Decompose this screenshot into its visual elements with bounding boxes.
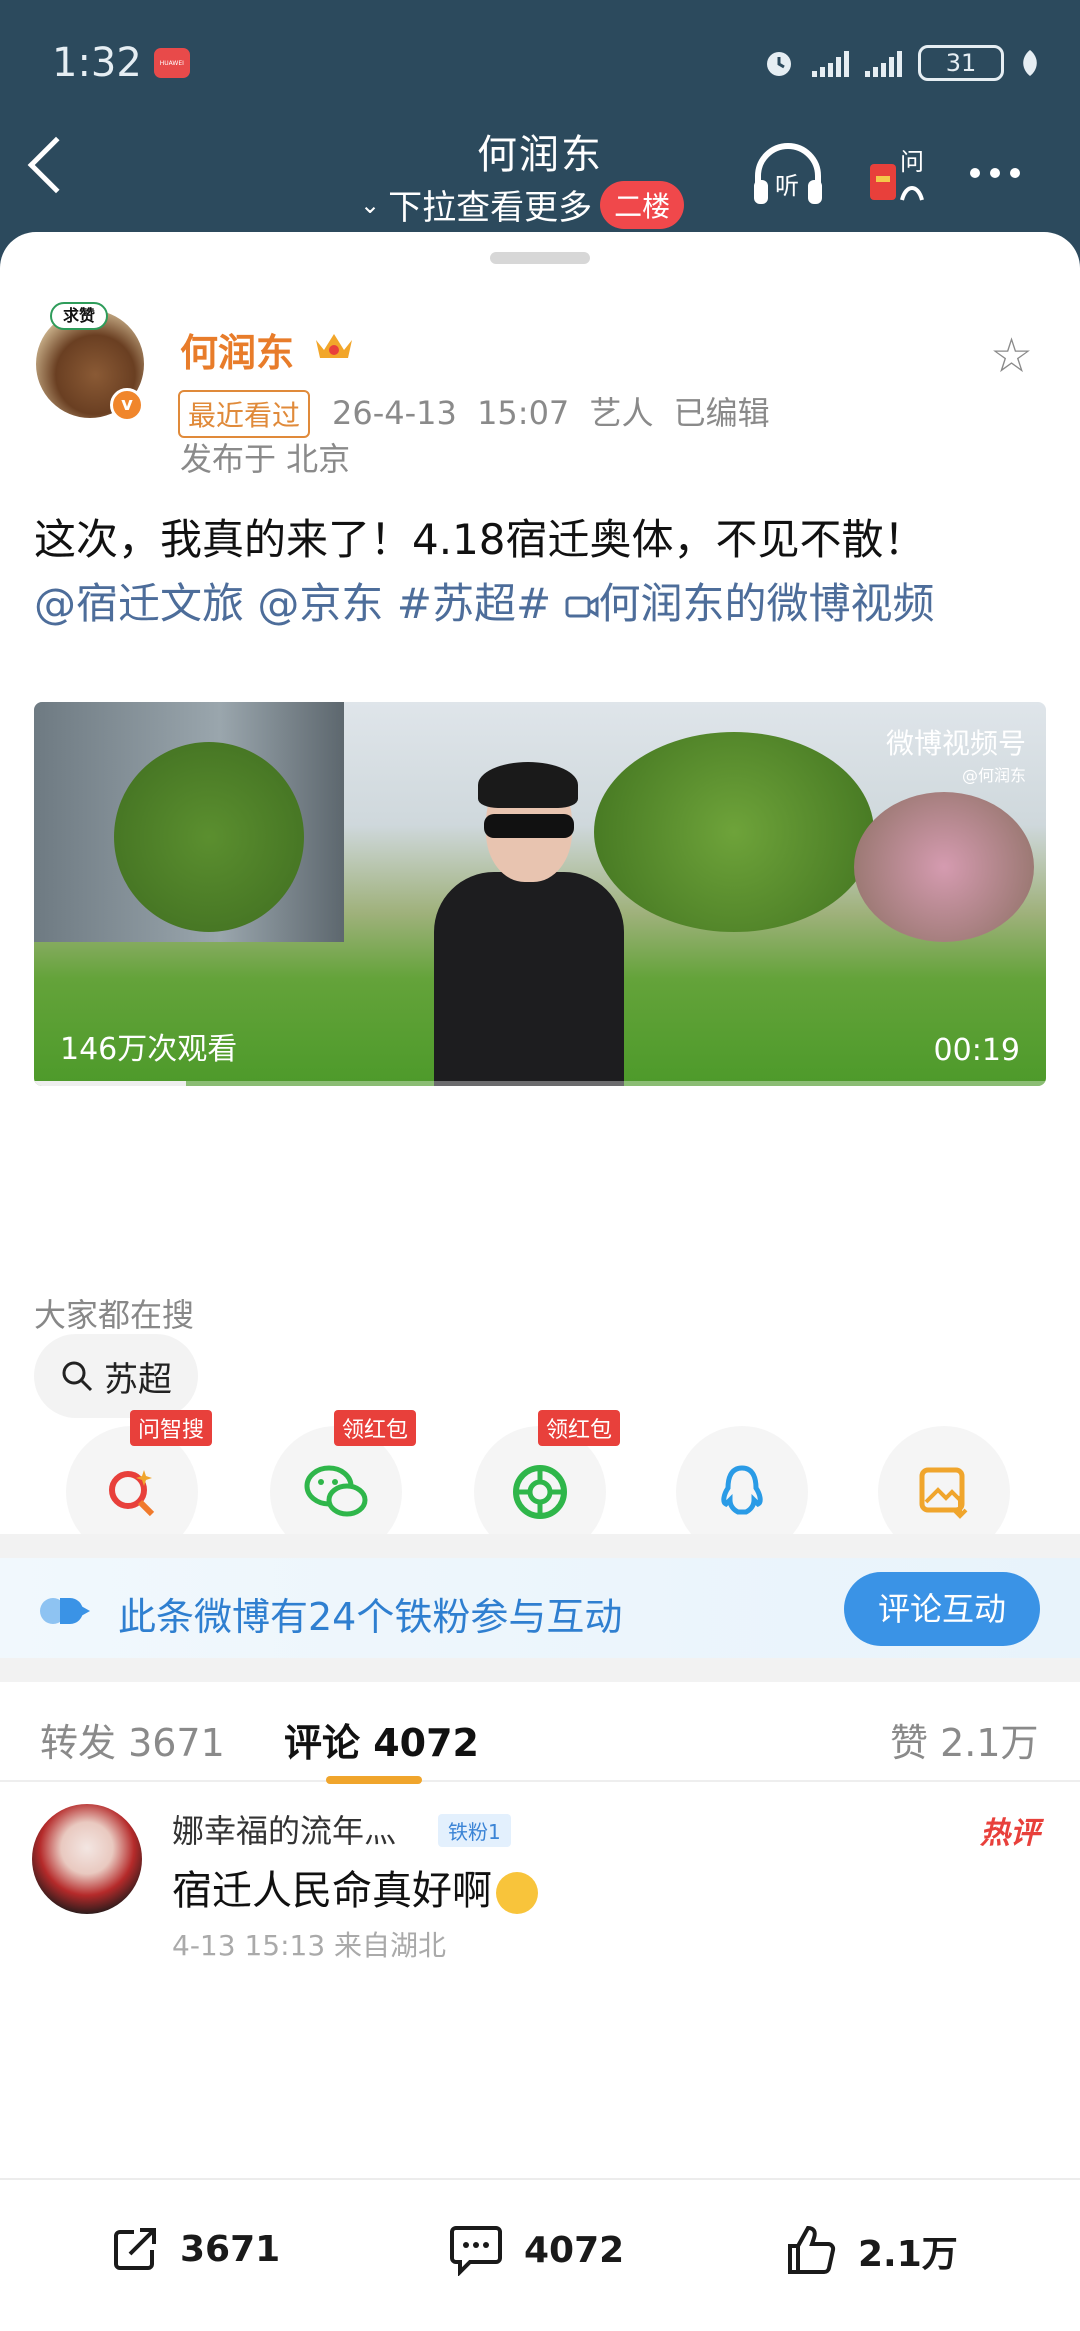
- listen-label: 听: [775, 172, 799, 200]
- tab-repost[interactable]: 转发 3671: [40, 1712, 225, 1767]
- like-button[interactable]: 2.1万: [784, 2224, 958, 2278]
- huawei-notification-icon: HUAWEI: [153, 48, 190, 78]
- battery-icon: 31: [918, 45, 1004, 81]
- share-row: 问智搜 领红包 领红包: [0, 1410, 1080, 1558]
- like-count: 2.1万: [858, 2234, 958, 2275]
- tab-comment[interactable]: 评论 4072: [284, 1712, 479, 1767]
- crying-emoji-icon: [496, 1872, 538, 1914]
- hot-comment-badge: 热评: [980, 1816, 1040, 1851]
- more-icon[interactable]: [970, 168, 1020, 178]
- qq-icon: [721, 1465, 763, 1515]
- repost-count: 3671: [180, 2228, 281, 2270]
- comment-count: 4072: [524, 2229, 625, 2271]
- comment-item[interactable]: 娜幸福的流年灬 铁粉1 热评 宿迁人民命真好啊 4-13 15:13 来自湖北: [0, 1784, 1080, 1984]
- fan-level-badge: 铁粉1: [438, 1814, 511, 1847]
- section-divider: [0, 1658, 1080, 1682]
- search-chip-text: 苏超: [104, 1359, 172, 1400]
- alarm-icon: [767, 52, 791, 76]
- repost-button[interactable]: 3671: [110, 2224, 280, 2274]
- commenter-name[interactable]: 娜幸福的流年灬: [172, 1806, 396, 1852]
- second-floor-badge: 二楼: [600, 180, 685, 229]
- red-packet-ask-icon[interactable]: 问: [866, 140, 936, 210]
- clock: 1:32: [52, 40, 142, 86]
- headphone-listen-icon[interactable]: 听: [748, 140, 828, 210]
- image-download-icon: [919, 1467, 968, 1519]
- share-tag: 领红包: [333, 1410, 416, 1446]
- ask-label: 问: [900, 148, 924, 176]
- comment-interact-button[interactable]: 评论互动: [844, 1572, 1040, 1646]
- fans-banner-text: 此条微博有24个铁粉参与互动: [118, 1595, 623, 1639]
- status-bar: 1:32 HUAWEI 31: [52, 38, 1040, 88]
- thumbs-up-icon: [788, 2225, 836, 2274]
- wechat-icon: [304, 1465, 368, 1517]
- section-divider: [0, 1534, 1080, 1558]
- comment-icon: [450, 2226, 502, 2276]
- pull-down-hint[interactable]: ⌄ 下拉查看更多 二楼: [360, 180, 685, 229]
- post-tabs: 转发 3671 评论 4072 赞 2.1万: [0, 1682, 1080, 1784]
- share-tag: 领红包: [537, 1410, 620, 1446]
- search-chip[interactable]: 苏超: [34, 1334, 198, 1418]
- search-icon: [62, 1361, 93, 1392]
- active-tab-indicator: [326, 1776, 422, 1784]
- moments-icon: [513, 1465, 567, 1519]
- pull-down-text: 下拉查看更多: [388, 188, 593, 228]
- repost-icon: [114, 2228, 156, 2270]
- chevron-down-icon: ⌄: [360, 190, 381, 219]
- top-header: 1:32 HUAWEI 31 何润东 ⌄ 下拉查看更多 二楼 听 问: [0, 0, 1080, 240]
- iron-fans-banner[interactable]: 此条微博有24个铁粉参与互动 评论互动: [0, 1558, 1080, 1658]
- signal-icon: [812, 49, 849, 77]
- comment-body: 宿迁人民命真好啊: [172, 1868, 492, 1914]
- signal-icon-2: [865, 49, 902, 77]
- share-tag: 问智搜: [129, 1410, 212, 1446]
- tab-like[interactable]: 赞 2.1万: [890, 1712, 1039, 1767]
- comment-meta: 4-13 15:13 来自湖北: [172, 1929, 447, 1962]
- fans-interaction-icon: [40, 1598, 90, 1624]
- ai-search-icon: [109, 1470, 155, 1517]
- comment-text: 宿迁人民命真好啊: [172, 1858, 538, 1916]
- status-icons: 31: [762, 45, 1040, 81]
- leaf-icon: [1023, 50, 1037, 76]
- comment-button[interactable]: 4072: [448, 2224, 624, 2276]
- bottom-action-bar: 3671 4072 2.1万: [0, 2178, 1080, 2331]
- trending-search-label: 大家都在搜: [34, 1296, 195, 1334]
- battery-level: 31: [945, 49, 977, 77]
- commenter-avatar[interactable]: [32, 1804, 142, 1914]
